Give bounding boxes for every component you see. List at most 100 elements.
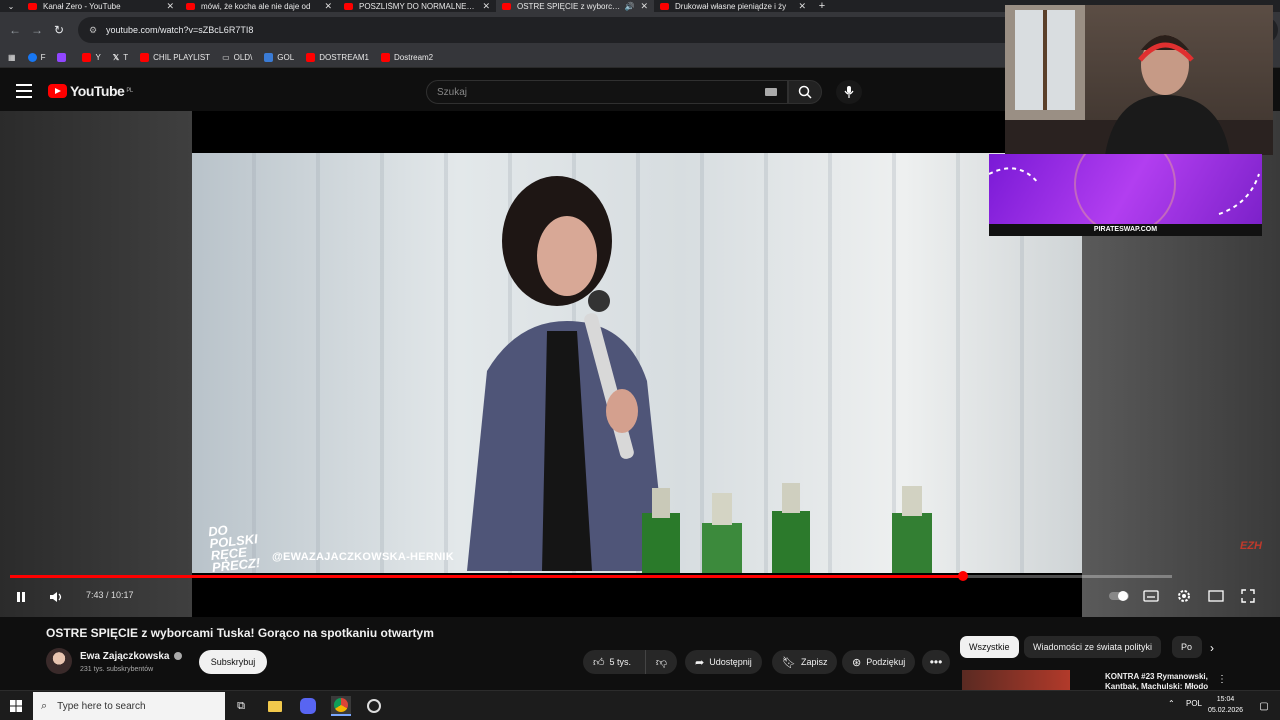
chip-politics-news[interactable]: Wiadomości ze świata polityki (1024, 636, 1162, 658)
folder-icon: ▭ (222, 53, 230, 62)
thumbs-down-icon: 👎︎ (655, 656, 668, 669)
browser-tab[interactable]: Kanał Zero - YouTube ✕ (22, 0, 180, 12)
subscribe-button[interactable]: Subskrybuj (199, 650, 267, 674)
browser-tab[interactable]: Drukował własne pieniądze i ży ✕ (654, 0, 812, 12)
fullscreen-button[interactable] (1238, 588, 1258, 604)
search-icon: ⌕ (41, 699, 48, 712)
webcam-scene (1005, 5, 1273, 155)
obs-icon[interactable] (364, 696, 384, 716)
browser-tab[interactable]: mówi, że kocha ale nie daje od ✕ (180, 0, 338, 12)
bookmark-folder[interactable]: ▭ OLD\ (222, 53, 252, 62)
time-display: 7:43 / 10:17 (86, 590, 134, 600)
gol-icon (264, 53, 274, 62)
more-horizontal-icon: ••• (929, 655, 943, 669)
webcam-overlay (1005, 5, 1273, 155)
recommended-thumbnail[interactable] (962, 670, 1070, 692)
video-frame[interactable]: DO POLSKI RĘCE PRECZ! @EWAZAJACZKOWSKA-H… (192, 153, 1082, 573)
pause-icon (17, 592, 25, 602)
dislike-button[interactable]: 👎︎ (645, 650, 677, 674)
recommendation-menu-icon[interactable]: ⋮ (1216, 672, 1228, 686)
volume-button[interactable] (46, 588, 66, 606)
recommended-title[interactable]: KONTRA #23 Rymanowski, Kantbak, Machulsk… (1105, 672, 1212, 692)
taskbar-search-input[interactable]: ⌕ Type here to search (33, 692, 225, 720)
thanks-button[interactable]: ⊛ Podziękuj (842, 650, 916, 674)
browser-tab[interactable]: POSZLIŚMY DO NORMALNEJ P ✕ (338, 0, 496, 12)
thanks-dollar-icon: ⊛ (852, 656, 862, 669)
language-indicator[interactable]: POL (1186, 699, 1202, 708)
youtube-favicon-icon (28, 2, 37, 10)
sponsor-banner: PIRATESWAP.COM (988, 133, 1262, 236)
bookmark-item[interactable]: 𝕏T (113, 53, 128, 62)
discord-icon[interactable] (298, 696, 318, 716)
browser-tab-active[interactable]: OSTRE SPIĘCIE z wyborcam 🔊 ✕ (496, 0, 654, 12)
autoplay-toggle[interactable] (1108, 589, 1130, 603)
file-explorer-icon[interactable] (265, 696, 285, 716)
search-button[interactable] (788, 80, 822, 104)
system-clock[interactable]: 15:04 05.02.2026 (1208, 694, 1243, 716)
chip-more[interactable]: Po (1172, 636, 1202, 658)
bookmark-item[interactable]: GOL (264, 53, 294, 62)
gear-icon (1178, 590, 1190, 602)
channel-name[interactable]: Ewa Zajączkowska (80, 651, 182, 662)
windows-taskbar: ⌕ Type here to search ⧉ ⌃ POL 15:04 05.0… (0, 690, 1280, 720)
forward-arrow-icon[interactable]: → (26, 19, 48, 41)
windows-start-icon[interactable] (6, 696, 26, 716)
progress-scrubber[interactable] (957, 571, 968, 581)
search-icon (798, 85, 812, 99)
apps-grid-icon[interactable]: ▦ (8, 53, 16, 62)
youtube-icon (306, 53, 316, 62)
share-button[interactable]: ➦ Udostępnij (685, 650, 762, 674)
new-tab-plus-icon[interactable]: + (812, 0, 832, 12)
site-info-icon[interactable]: ⚙ (86, 23, 100, 37)
subtitles-button[interactable] (1142, 589, 1160, 603)
search-input[interactable]: Szukaj (426, 80, 788, 104)
close-icon[interactable]: ✕ (166, 1, 174, 12)
corner-watermark: EZH (1240, 540, 1262, 552)
save-button[interactable]: 🔖︎ Zapisz (772, 650, 838, 674)
bookmark-item[interactable] (57, 53, 70, 62)
x-logo-icon: 𝕏 (112, 53, 120, 62)
youtube-favicon-icon (660, 2, 669, 10)
tray-chevron-icon[interactable]: ⌃ (1168, 699, 1175, 708)
speaker-icon[interactable]: 🔊 (624, 2, 634, 11)
chip-all[interactable]: Wszystkie (960, 636, 1019, 658)
menu-icon[interactable] (16, 84, 32, 98)
more-actions-button[interactable]: ••• (922, 650, 950, 674)
reload-icon[interactable]: ↻ (48, 19, 70, 41)
microphone-icon (844, 86, 854, 98)
back-arrow-icon[interactable]: ← (4, 19, 26, 41)
video-title: OSTRE SPIĘCIE z wyborcami Tuska! Gorąco … (46, 626, 434, 640)
chips-next-chevron-icon[interactable]: › (1204, 640, 1220, 656)
bookmark-item[interactable]: Dostream2 (381, 53, 433, 62)
settings-button[interactable] (1174, 587, 1194, 605)
channel-handle-overlay: @EWAZAJACZKOWSKA-HERNIK (272, 551, 455, 563)
close-icon[interactable]: ✕ (640, 1, 648, 12)
close-icon[interactable]: ✕ (482, 1, 490, 12)
youtube-logo[interactable]: YouTube PL (48, 83, 133, 99)
bookmark-item[interactable]: DOSTREAM1 (306, 53, 369, 62)
like-button[interactable]: 👍︎ 5 tys. (583, 650, 645, 674)
chrome-icon[interactable] (331, 696, 351, 716)
youtube-favicon-icon (186, 2, 195, 10)
theater-mode-button[interactable] (1206, 589, 1226, 603)
close-icon[interactable]: ✕ (324, 1, 332, 12)
youtube-icon (82, 53, 92, 62)
recommended-video[interactable]: KONTRA #23 Rymanowski, Kantbak, Machulsk… (962, 670, 1212, 692)
player-ambient-left (0, 111, 192, 617)
video-progress-bar[interactable] (10, 571, 1172, 581)
youtube-icon (381, 53, 390, 62)
share-arrow-icon: ➦ (695, 656, 705, 669)
facebook-icon (27, 53, 37, 62)
voice-search-button[interactable] (836, 80, 862, 104)
notifications-icon[interactable]: ▢ (1254, 696, 1274, 716)
bookmark-item[interactable]: F (27, 53, 45, 62)
bookmark-item[interactable]: Y (82, 53, 101, 62)
youtube-favicon-icon (502, 2, 511, 10)
bookmark-item[interactable]: CHIL PLAYLIST (140, 53, 210, 62)
close-icon[interactable]: ✕ (798, 1, 806, 12)
channel-avatar[interactable] (46, 648, 72, 674)
pause-button[interactable] (12, 588, 30, 606)
task-view-icon[interactable]: ⧉ (231, 696, 251, 716)
keyboard-icon[interactable] (765, 88, 777, 96)
tab-search-button[interactable]: ⌄ (0, 0, 22, 12)
